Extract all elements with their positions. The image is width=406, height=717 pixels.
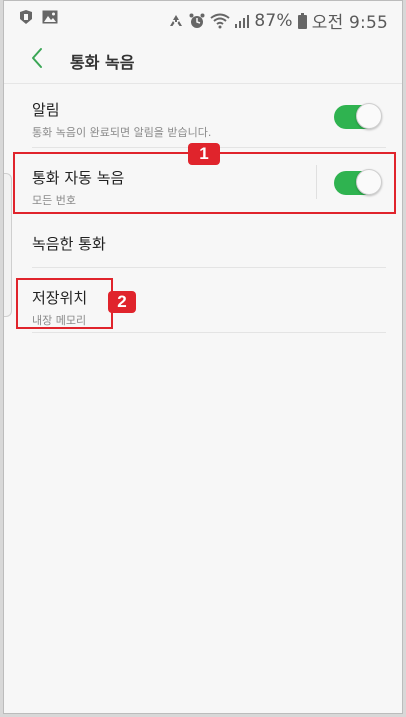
- setting-notification-subtitle: 통화 녹음이 완료되면 알림을 받습니다.: [32, 126, 212, 139]
- battery-icon: [297, 12, 307, 29]
- phone-screen: 87% 오전 9:55 통화 녹음 알림 통화 녹음이 완료되면 알림을 받습니…: [3, 0, 403, 714]
- back-button[interactable]: [24, 45, 52, 73]
- app-icon: [20, 10, 32, 24]
- wifi-icon: [210, 13, 230, 28]
- row-divider: [32, 267, 386, 268]
- status-bar: 87% 오전 9:55: [4, 1, 402, 35]
- annotation-badge-1: 1: [188, 143, 220, 165]
- setting-notification-title: 알림: [32, 101, 60, 119]
- recycle-icon: [170, 14, 183, 26]
- header-divider: [4, 83, 402, 84]
- signal-icon: [235, 14, 250, 28]
- gallery-icon: [42, 10, 58, 24]
- notification-toggle[interactable]: [334, 103, 382, 129]
- battery-percent: 87%: [254, 10, 293, 31]
- setting-recorded-calls[interactable]: 녹음한 통화: [32, 233, 386, 254]
- toggle-knob: [356, 103, 382, 129]
- app-header: 통화 녹음: [4, 35, 402, 85]
- chevron-left-icon: [32, 48, 42, 68]
- alarm-icon: [189, 13, 205, 28]
- annotation-badge-2: 2: [108, 291, 136, 313]
- setting-recorded-calls-title: 녹음한 통화: [32, 235, 106, 253]
- annotation-box-2: [16, 278, 113, 329]
- setting-notification[interactable]: 알림 통화 녹음이 완료되면 알림을 받습니다.: [32, 99, 386, 140]
- edge-panel-handle[interactable]: [4, 173, 12, 317]
- clock: 오전 9:55: [311, 13, 388, 33]
- page-title: 통화 녹음: [70, 53, 135, 72]
- row-divider: [32, 332, 386, 333]
